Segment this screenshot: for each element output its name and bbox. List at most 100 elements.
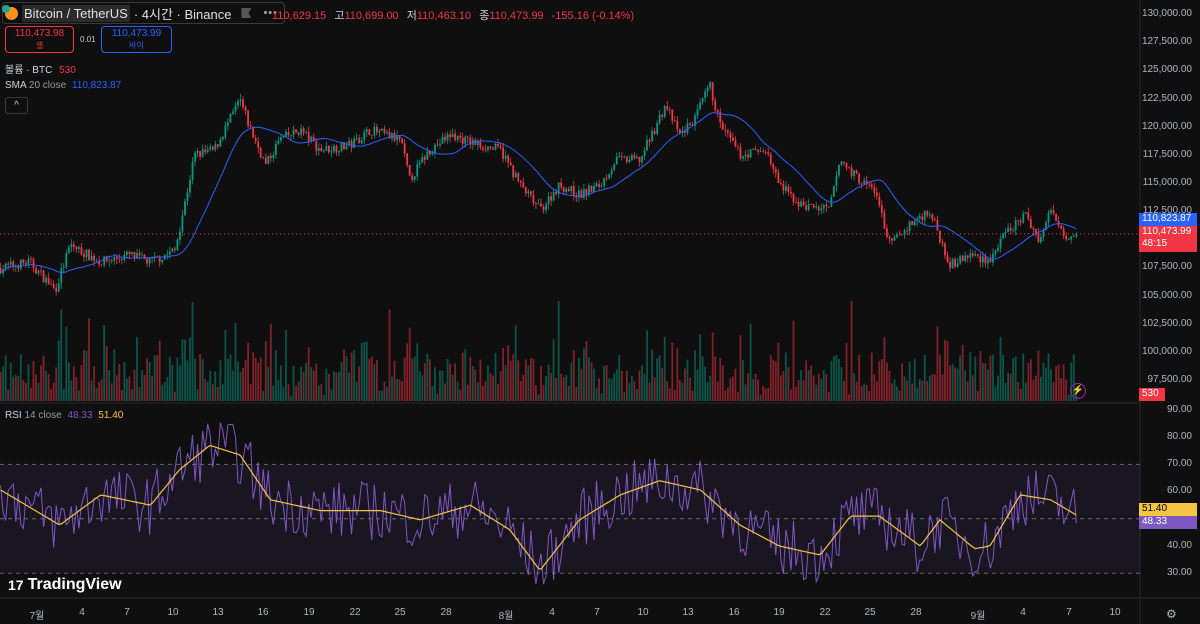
candle-body	[737, 146, 739, 148]
volume-bar	[949, 365, 951, 401]
candle-body	[610, 169, 613, 175]
volume-bar	[691, 390, 694, 401]
volume-bar	[257, 362, 260, 401]
candle-body	[815, 206, 818, 208]
volume-bar	[297, 381, 300, 401]
candle-body	[651, 130, 653, 142]
volume-bar	[353, 350, 356, 401]
volume-bar	[822, 370, 825, 401]
volume-bar	[32, 360, 35, 401]
rsi-legend[interactable]: RSI 14 close 48.33 51.40	[5, 410, 123, 421]
lightning-icon[interactable]: ⚡	[1070, 383, 1086, 399]
tradingview-logo: 17 TradingView	[8, 576, 122, 594]
volume-bar	[439, 370, 441, 401]
candle-body	[277, 140, 280, 144]
volume-bar	[1017, 382, 1020, 401]
flag-icon[interactable]	[241, 8, 252, 18]
volume-bar	[709, 375, 712, 401]
volume-bar	[638, 370, 641, 401]
volume-bar	[684, 368, 686, 401]
candle-body	[108, 260, 111, 262]
candle-body	[926, 211, 929, 216]
volume-bar	[325, 368, 328, 401]
volume-bar	[426, 353, 429, 401]
volume-bar	[93, 366, 95, 401]
symbol-legend[interactable]: Bitcoin / TetherUS · 4시간 · Binance •••	[2, 2, 285, 24]
volume-bar	[954, 367, 956, 401]
candle-body	[757, 149, 760, 152]
candle-body	[903, 230, 906, 235]
settings-icon[interactable]: ⚙	[1166, 607, 1177, 621]
sell-button[interactable]: 110,473.98 셀	[5, 26, 74, 53]
candle-body	[512, 165, 515, 178]
candle-body	[446, 134, 449, 141]
volume-bar	[956, 368, 959, 401]
candle-body	[547, 196, 550, 205]
candle-body	[535, 203, 537, 204]
candle-body	[661, 114, 664, 117]
candle-body	[171, 248, 174, 252]
candle-body	[848, 167, 850, 169]
price-axis-label: 122,500.00	[1141, 93, 1192, 104]
chevron-up-icon[interactable]: ^	[5, 97, 28, 114]
volume-bar	[590, 362, 593, 401]
volume-bar	[555, 378, 558, 401]
volume-bar	[166, 377, 169, 401]
candle-body	[221, 137, 224, 140]
volume-legend[interactable]: 볼륨 · BTC 530	[5, 61, 76, 76]
candle-body	[85, 249, 88, 257]
chart-canvas[interactable]	[0, 0, 1200, 624]
candle-body	[224, 125, 227, 138]
candle-body	[504, 155, 507, 159]
candle-body	[583, 189, 585, 198]
candle-body	[600, 185, 603, 187]
candle-body	[411, 175, 414, 181]
candle-body	[618, 155, 621, 157]
rsi-ma-value: 51.40	[98, 410, 124, 421]
volume-bar	[941, 374, 944, 401]
rsi-value: 48.33	[67, 410, 93, 421]
volume-bar	[186, 360, 189, 401]
candle-body	[777, 172, 780, 184]
volume-bar	[194, 358, 196, 401]
volume-bar	[681, 383, 684, 401]
volume-bar	[226, 359, 229, 401]
volume-bar	[792, 320, 795, 401]
candle-body	[1032, 228, 1035, 230]
candle-body	[363, 131, 366, 141]
volume-bar	[436, 393, 439, 401]
candle-body	[100, 264, 103, 266]
candle-body	[269, 155, 272, 159]
candle-body	[497, 143, 499, 147]
candle-body	[769, 154, 772, 164]
volume-bar	[532, 358, 535, 401]
volume-bar	[911, 383, 914, 401]
volume-bar	[820, 378, 823, 401]
candle-body	[365, 129, 368, 132]
candles	[0, 80, 1078, 296]
volume-bar	[729, 378, 732, 401]
candle-body	[893, 237, 896, 241]
volume-bar	[408, 327, 411, 401]
candle-body	[37, 270, 40, 274]
candle-body	[764, 151, 767, 153]
candle-body	[143, 254, 146, 260]
volume-bar	[184, 339, 186, 401]
time-axis-label: 9월	[970, 611, 986, 622]
candle-body	[999, 238, 1002, 248]
volume-bar	[446, 359, 449, 401]
volume-bar	[817, 373, 820, 401]
volume-bar	[853, 373, 855, 401]
volume-bar	[593, 368, 595, 401]
candle-body	[133, 252, 136, 258]
volume-bar	[883, 337, 886, 401]
rsi-axis-label: 90.00	[1166, 404, 1192, 415]
candle-body	[30, 258, 32, 260]
volume-bar	[388, 309, 391, 401]
symbol-name[interactable]: Bitcoin / TetherUS	[22, 4, 130, 22]
sma-legend[interactable]: SMA 20 close 110,823.87	[5, 80, 121, 91]
time-axis-label: 7	[594, 607, 600, 618]
buy-button[interactable]: 110,473.99 바이	[101, 26, 172, 53]
volume-bar	[234, 323, 237, 401]
candle-body	[1075, 233, 1078, 237]
